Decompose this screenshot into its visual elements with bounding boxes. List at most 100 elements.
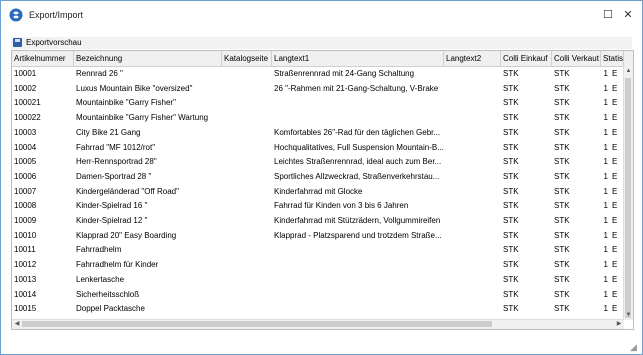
table-row[interactable]: 10002 Luxus Mountain Bike "oversized" 26 "… xyxy=(12,82,624,97)
vertical-scrollbar[interactable]: ▲ ▼ xyxy=(623,66,633,320)
cell-statistik-2: E xyxy=(612,230,618,240)
column-header-langtext2[interactable]: Langtext2 xyxy=(444,51,501,66)
vertical-scroll-thumb[interactable] xyxy=(625,78,631,318)
cell-colli-verkauf: STK xyxy=(554,289,570,299)
column-header-langtext1[interactable]: Langtext1 xyxy=(272,51,444,66)
cell-statistik-2: E xyxy=(612,201,618,211)
cell-artikelnummer: 100021 xyxy=(14,98,41,108)
cell-colli-einkauf: STK xyxy=(503,98,519,108)
table-row[interactable]: 10015 Doppel Packtasche STK STK 1 E xyxy=(12,302,624,317)
cell-langtext1: Hochqualitatives, Full Suspension Mounta… xyxy=(274,142,444,152)
table-row[interactable]: 10014 Sicherheitsschloß STK STK 1 E xyxy=(12,288,624,303)
cell-katalogseite xyxy=(222,111,272,126)
cell-artikelnummer: 10012 xyxy=(14,260,37,270)
table-row[interactable]: 100022 Mountainbike "Garry Fisher" Wartun… xyxy=(12,111,624,126)
scroll-left-arrow-icon[interactable]: ◀ xyxy=(12,320,22,329)
table-row[interactable]: 10003 City Bike 21 Gang Komfortables 26"-R… xyxy=(12,126,624,141)
cell-colli-einkauf: STK xyxy=(503,186,519,196)
cell-langtext2 xyxy=(444,199,501,214)
cell-colli-einkauf: STK xyxy=(503,216,519,225)
cell-katalogseite xyxy=(222,199,272,214)
cell-colli-einkauf: STK xyxy=(503,83,519,93)
cell-colli-einkauf: STK xyxy=(503,113,519,123)
cell-statistik-2: E xyxy=(612,216,618,225)
cell-colli-verkauf: STK xyxy=(554,171,570,181)
cell-colli-einkauf: STK xyxy=(503,289,519,299)
table-row[interactable]: 10001 Rennrad 26 " Straßenrennrad mit 24-G… xyxy=(12,67,624,82)
cell-colli-verkauf: STK xyxy=(554,142,570,152)
cell-langtext1 xyxy=(272,273,444,288)
resize-grip-icon[interactable]: ◢ xyxy=(630,342,640,352)
cell-statistik: 1 xyxy=(603,186,608,196)
cell-colli-verkauf: STK xyxy=(554,274,570,284)
table-row[interactable]: 10005 Herr-Rennsportrad 28" Leichtes Straß… xyxy=(12,155,624,170)
close-button[interactable]: ✕ xyxy=(619,7,637,23)
save-icon[interactable] xyxy=(13,38,22,47)
cell-langtext2 xyxy=(444,111,501,126)
cell-langtext2 xyxy=(444,258,501,273)
scroll-down-arrow-icon[interactable]: ▼ xyxy=(624,310,633,320)
cell-colli-verkauf: STK xyxy=(554,186,570,196)
cell-colli-einkauf: STK xyxy=(503,230,519,240)
cell-katalogseite xyxy=(222,288,272,303)
cell-colli-verkauf: STK xyxy=(554,260,570,270)
horizontal-scrollbar[interactable]: ◀ ▶ xyxy=(12,319,624,329)
cell-bezeichnung: Fahrrad "MF 1012/rot" xyxy=(76,142,156,152)
cell-katalogseite xyxy=(222,170,272,185)
table-row[interactable]: 10011 Fahrradhelm STK STK 1 E xyxy=(12,243,624,258)
cell-langtext2 xyxy=(444,126,501,141)
column-header-katalogseite[interactable]: Katalogseite xyxy=(222,51,272,66)
cell-bezeichnung: Luxus Mountain Bike "oversized" xyxy=(76,83,193,93)
cell-langtext2 xyxy=(444,67,501,82)
cell-artikelnummer: 10009 xyxy=(14,216,37,225)
cell-statistik: 1 xyxy=(603,216,608,225)
column-header-bezeichnung[interactable]: Bezeichnung xyxy=(74,51,222,66)
cell-colli-einkauf: STK xyxy=(503,260,519,270)
cell-statistik-2: E xyxy=(612,83,618,93)
export-preview-button[interactable]: Exportvorschau xyxy=(26,38,82,47)
cell-katalogseite xyxy=(222,67,272,82)
cell-colli-verkauf: STK xyxy=(554,69,570,78)
cell-katalogseite xyxy=(222,243,272,258)
cell-colli-einkauf: STK xyxy=(503,304,519,314)
column-header-colli-verkauf[interactable]: Colli Verkaut xyxy=(552,51,601,66)
column-header-artikelnummer[interactable]: Artikelnummer xyxy=(12,51,74,66)
column-header-statistik[interactable]: Statistik xyxy=(601,51,624,66)
horizontal-scroll-thumb[interactable] xyxy=(22,321,492,327)
cell-statistik-2: E xyxy=(612,113,618,123)
cell-bezeichnung: Rennrad 26 " xyxy=(76,69,123,78)
cell-katalogseite xyxy=(222,214,272,229)
cell-langtext2 xyxy=(444,273,501,288)
cell-katalogseite xyxy=(222,185,272,200)
scroll-right-arrow-icon[interactable]: ▶ xyxy=(614,320,624,329)
cell-colli-einkauf: STK xyxy=(503,142,519,152)
cell-statistik: 1 xyxy=(603,245,608,255)
scroll-up-arrow-icon[interactable]: ▲ xyxy=(624,66,633,76)
table-row[interactable]: 10006 Damen-Sportrad 28 " Sportliches Allz… xyxy=(12,170,624,185)
maximize-button[interactable]: ☐ xyxy=(599,7,617,23)
cell-colli-einkauf: STK xyxy=(503,274,519,284)
cell-colli-einkauf: STK xyxy=(503,201,519,211)
cell-statistik: 1 xyxy=(603,274,608,284)
cell-statistik-2: E xyxy=(612,304,618,314)
cell-langtext1: Straßenrennrad mit 24-Gang Schaltung xyxy=(274,69,415,78)
column-header-colli-einkauf[interactable]: Colli Einkauf xyxy=(501,51,552,66)
table-row[interactable]: 10009 Kinder-Spielrad 12 " Kinderfahrrad m… xyxy=(12,214,624,229)
cell-statistik: 1 xyxy=(603,171,608,181)
cell-langtext1: Kinderfahrrad mit Glocke xyxy=(274,186,363,196)
cell-langtext2 xyxy=(444,82,501,97)
cell-langtext1 xyxy=(272,111,444,126)
cell-langtext1: Leichtes Straßenrennrad, ideal auch zum … xyxy=(274,157,442,167)
table-row[interactable]: 10007 Kindergeländerad "Off Road" Kinderfa… xyxy=(12,185,624,200)
cell-statistik: 1 xyxy=(603,201,608,211)
table-row[interactable]: 10013 Lenkertasche STK STK 1 E xyxy=(12,273,624,288)
cell-colli-verkauf: STK xyxy=(554,127,570,137)
table-row[interactable]: 10008 Kinder-Spielrad 16 " Fahrrad für Kin… xyxy=(12,199,624,214)
cell-artikelnummer: 10005 xyxy=(14,157,37,167)
cell-bezeichnung: Mountainbike "Garry Fisher" Wartung xyxy=(76,113,209,123)
table-row[interactable]: 10010 Klapprad 20" Easy Boarding Klapprad … xyxy=(12,229,624,244)
cell-katalogseite xyxy=(222,82,272,97)
table-row[interactable]: 100021 Mountainbike "Garry Fisher" STK STK 1… xyxy=(12,96,624,111)
table-row[interactable]: 10012 Fahrradhelm für Kinder STK STK 1 E xyxy=(12,258,624,273)
table-row[interactable]: 10004 Fahrrad "MF 1012/rot" Hochqualitativ… xyxy=(12,141,624,156)
